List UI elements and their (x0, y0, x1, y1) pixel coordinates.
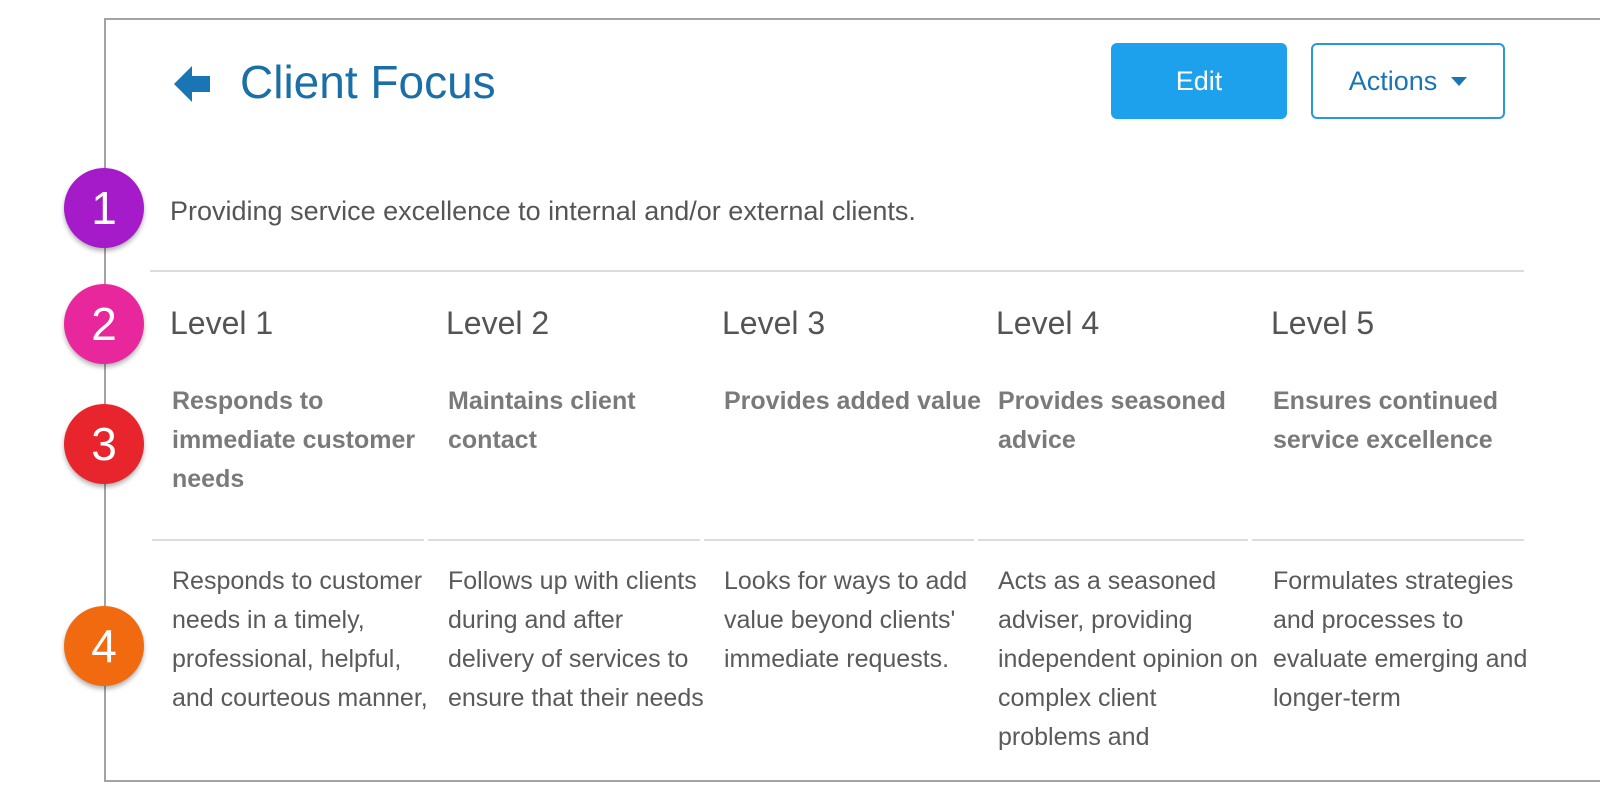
level-description: Follows up with clients during and after… (448, 567, 704, 712)
divider (150, 270, 1524, 272)
caret-down-icon (1451, 76, 1468, 86)
level-heading: Ensures continued service excellence (1273, 387, 1499, 454)
annotation-badge-4: 4 (64, 606, 144, 686)
page-title: Client Focus (240, 56, 496, 108)
column-divider (704, 539, 974, 541)
column-divider (428, 539, 700, 541)
level-description: Formulates strategies and processes to e… (1273, 567, 1528, 712)
level-label: Level 1 (170, 305, 274, 341)
level-column-4: Level 4 Provides seasoned advice Acts as… (996, 300, 1258, 751)
annotation-badge-2: 2 (64, 284, 144, 364)
annotation-number: 4 (91, 620, 117, 672)
actions-dropdown-button[interactable]: Actions (1311, 43, 1505, 119)
level-heading: Provides added value (724, 387, 982, 415)
level-heading: Responds to immediate customer needs (172, 387, 416, 493)
level-column-2: Level 2 Maintains client contact Follows… (446, 300, 708, 712)
annotation-badge-3: 3 (64, 404, 144, 484)
level-description: Responds to customer needs in a timely, … (172, 567, 428, 712)
actions-button-label: Actions (1348, 65, 1438, 96)
competency-description: Providing service excellence to internal… (170, 196, 916, 226)
annotation-number: 3 (91, 418, 117, 470)
annotation-number: 1 (91, 182, 117, 234)
level-label: Level 5 (1271, 305, 1375, 341)
level-description: Acts as a seasoned adviser, providing in… (998, 567, 1258, 751)
back-arrow-icon[interactable] (170, 62, 214, 106)
level-label: Level 2 (446, 305, 550, 341)
edit-button[interactable]: Edit (1111, 43, 1287, 119)
annotation-badge-1: 1 (64, 168, 144, 248)
level-heading: Provides seasoned advice (998, 387, 1226, 454)
level-label: Level 4 (996, 305, 1100, 341)
level-column-5: Level 5 Ensures continued service excell… (1271, 300, 1533, 712)
level-heading: Maintains client contact (448, 387, 636, 454)
level-description: Looks for ways to add value beyond clien… (724, 567, 968, 673)
level-column-1: Level 1 Responds to immediate customer n… (170, 300, 432, 712)
level-label: Level 3 (722, 305, 826, 341)
column-divider (1252, 539, 1524, 541)
annotation-number: 2 (91, 298, 117, 350)
edit-button-label: Edit (1175, 65, 1223, 96)
column-divider (152, 539, 424, 541)
level-column-3: Level 3 Provides added value Looks for w… (722, 300, 984, 673)
column-divider (978, 539, 1248, 541)
